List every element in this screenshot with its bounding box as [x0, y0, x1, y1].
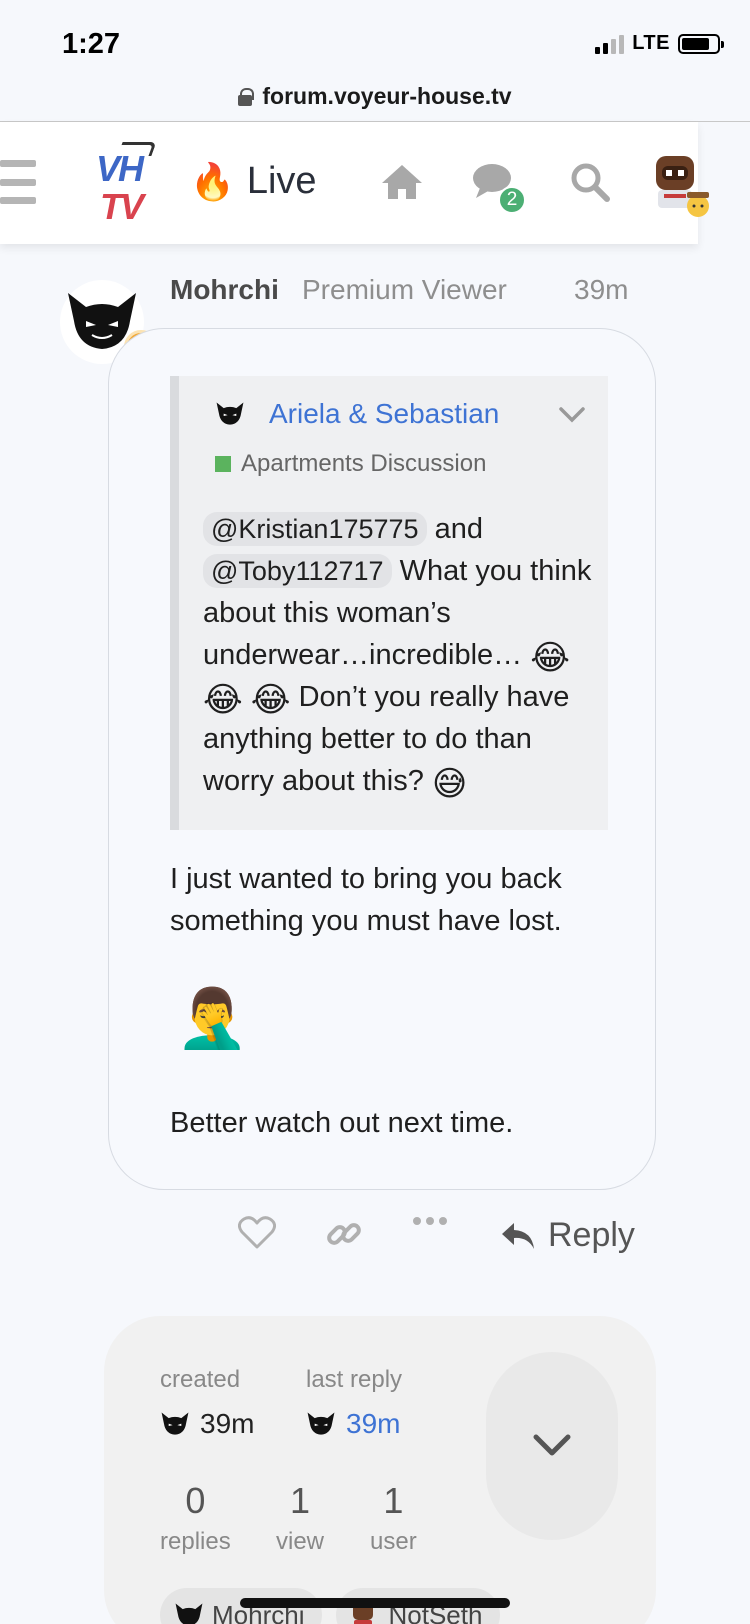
joy-emoji-icon: 😂 — [530, 639, 570, 677]
status-time: 1:27 — [62, 28, 121, 60]
stat-value: 1 — [383, 1480, 404, 1521]
search-icon[interactable] — [566, 160, 614, 204]
chevron-down-icon[interactable] — [558, 406, 586, 429]
stat-label: replies — [160, 1528, 231, 1555]
quote-avatar-icon — [216, 402, 244, 425]
last-reply-info[interactable]: last reply 39m — [306, 1366, 402, 1440]
joy-emoji-icon: 😂 — [250, 681, 291, 719]
quote-category[interactable]: Apartments Discussion — [215, 450, 486, 478]
quote-and: and — [434, 513, 483, 545]
chevron-down-icon — [533, 1434, 571, 1456]
battery-icon — [678, 33, 724, 54]
views-stat: 1 view — [276, 1480, 324, 1556]
reply-button[interactable]: Reply — [500, 1216, 635, 1255]
user-avatar[interactable] — [650, 150, 709, 217]
quote-block: Ariela & Sebastian Apartments Discussion… — [170, 376, 608, 830]
quote-header[interactable]: Ariela & Sebastian — [215, 398, 499, 430]
mention-link[interactable]: @Toby112717 — [203, 554, 392, 588]
post-paragraph: Better watch out next time. — [170, 1107, 514, 1139]
home-icon[interactable] — [378, 160, 426, 204]
post-username[interactable]: Mohrchi — [170, 274, 279, 306]
quote-text: @Kristian175775 and @Toby112717 What you… — [203, 508, 603, 802]
last-reply-row[interactable]: 39m — [306, 1408, 402, 1440]
joy-emoji-icon: 😂 — [203, 681, 243, 719]
participant-avatar-icon — [175, 1603, 203, 1624]
fire-icon: 🔥 — [190, 160, 235, 202]
post-paragraph: I just wanted to bring you back somethin… — [170, 863, 562, 937]
last-reply-avatar-icon — [307, 1412, 335, 1435]
created-info: created 39m — [160, 1366, 254, 1440]
status-indicators: LTE — [595, 32, 724, 55]
logo-text-bottom: TV — [100, 186, 144, 227]
logo-text-top: VH — [96, 148, 144, 189]
last-reply-label: last reply — [306, 1366, 403, 1393]
created-label: created — [160, 1366, 241, 1393]
post-timestamp[interactable]: 39m — [574, 274, 628, 306]
heart-icon — [238, 1216, 276, 1249]
replies-stat: 0 replies — [160, 1480, 231, 1556]
site-logo[interactable]: VH TV — [92, 142, 164, 227]
home-indicator — [240, 1598, 510, 1608]
expand-summary-button[interactable] — [486, 1352, 618, 1540]
live-label: Live — [246, 160, 317, 202]
hamburger-icon[interactable] — [0, 160, 36, 204]
mention-link[interactable]: @Kristian175775 — [203, 512, 427, 546]
like-button[interactable] — [238, 1216, 276, 1250]
reply-icon — [502, 1222, 534, 1249]
more-actions-button[interactable] — [412, 1216, 448, 1226]
share-link-button[interactable] — [326, 1216, 362, 1252]
creator-avatar-icon — [161, 1412, 189, 1435]
created-time: 39m — [200, 1408, 255, 1439]
url-text: forum.voyeur-house.tv — [262, 83, 512, 109]
users-stat: 1 user — [370, 1480, 417, 1556]
facepalm-emoji-icon: 🤦‍♂️ — [176, 986, 249, 1051]
network-label: LTE — [632, 32, 670, 54]
reply-label: Reply — [548, 1216, 635, 1254]
site-header: VH TV 🔥 Live 2 — [0, 122, 709, 244]
quote-username[interactable]: Ariela & Sebastian — [269, 398, 499, 430]
topic-summary: created 39m last reply 39m 0 replies 1 v… — [104, 1316, 656, 1624]
address-bar[interactable]: forum.voyeur-house.tv — [0, 72, 750, 122]
category-label: Apartments Discussion — [241, 450, 487, 477]
notification-badge: 2 — [498, 186, 526, 214]
signal-icon — [595, 34, 625, 54]
stat-value: 0 — [185, 1480, 206, 1521]
stat-label: view — [276, 1528, 325, 1555]
lock-icon — [238, 87, 255, 106]
sweat-smile-emoji-icon: 😅 — [431, 765, 468, 803]
link-icon — [327, 1223, 361, 1245]
ellipsis-icon — [413, 1217, 447, 1225]
live-link[interactable]: 🔥 Live — [190, 160, 317, 203]
stat-value: 1 — [289, 1480, 311, 1521]
created-row: 39m — [160, 1408, 254, 1440]
last-reply-time: 39m — [346, 1408, 401, 1439]
status-bar: 1:27 LTE — [0, 0, 750, 80]
post-user-title: Premium Viewer — [302, 274, 507, 305]
category-color-icon — [215, 456, 231, 472]
stat-label: user — [370, 1528, 417, 1555]
